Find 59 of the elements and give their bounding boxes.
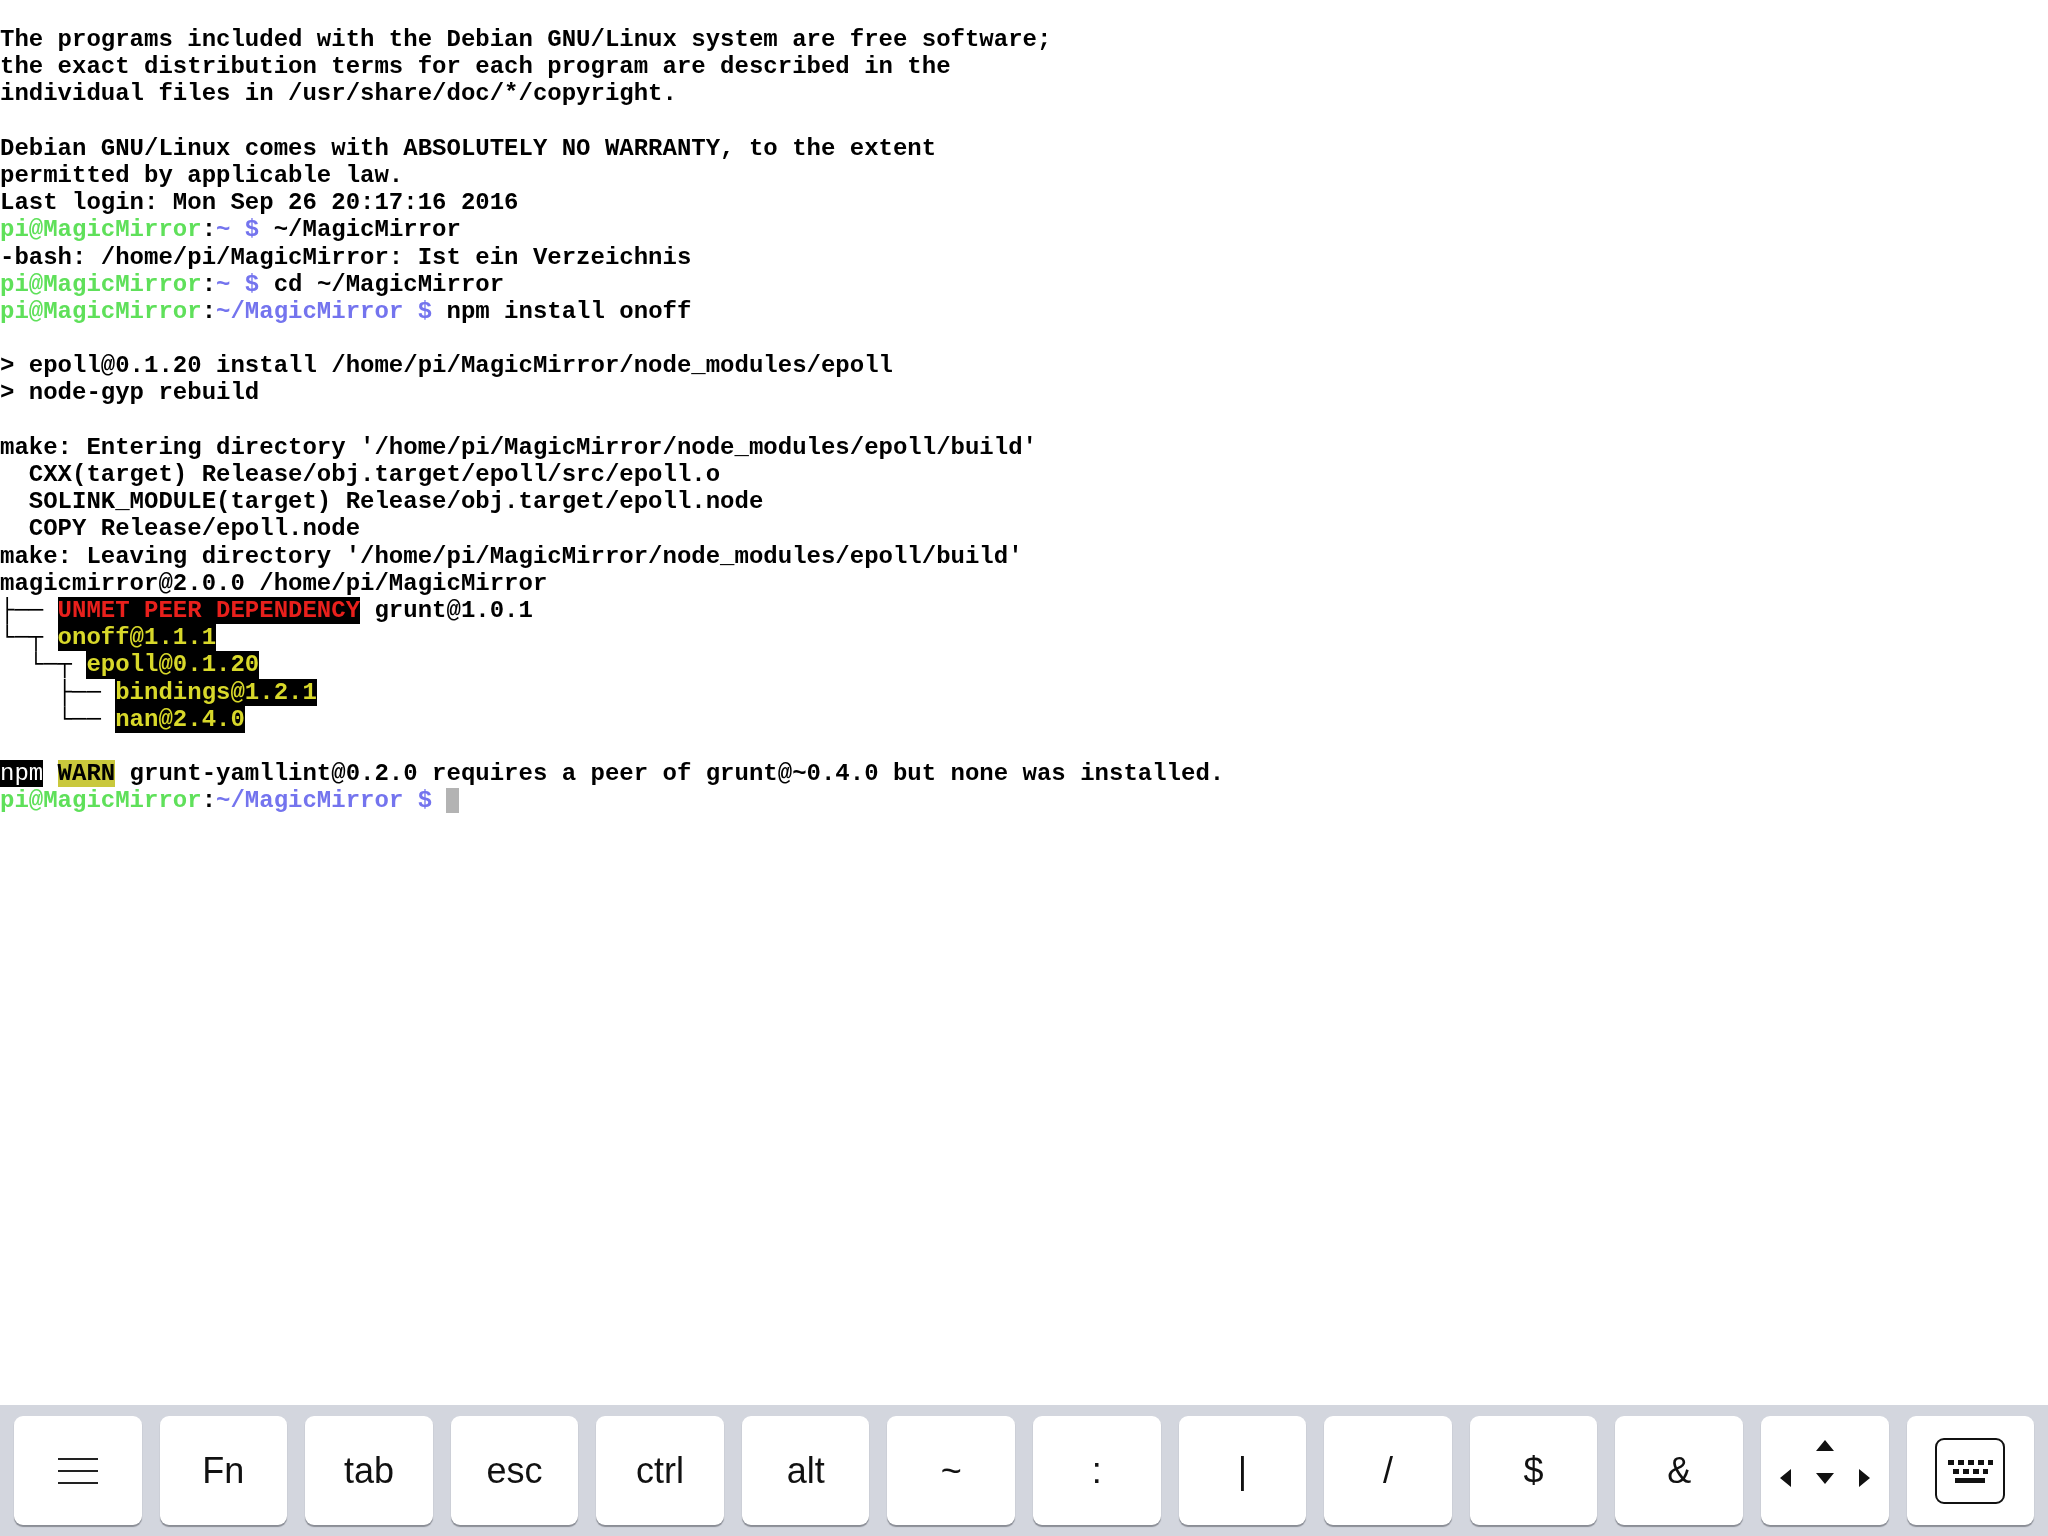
- terminal-text: cd ~/MagicMirror: [272, 270, 505, 298]
- prompt-path: ~ $: [216, 216, 260, 244]
- terminal-text: -bash: /home/pi/MagicMirror: Ist ein Verzeichnis: [0, 243, 692, 271]
- terminal-text: ├──: [57, 678, 102, 706]
- prompt-path: ~ $: [216, 270, 260, 298]
- key-button[interactable]: /: [1324, 1416, 1452, 1525]
- text-cursor: [446, 788, 460, 814]
- arrow-keys-key[interactable]: [1760, 1416, 1889, 1525]
- package-name: bindings@1.2.1: [115, 678, 317, 706]
- terminal-text: └─┬: [28, 651, 73, 679]
- terminal-text: grunt-yamllint@0.2.0 requires a peer of grunt@~0.4.0 but none was installed.: [128, 760, 1225, 788]
- terminal-text: Last login: Mon Sep 26 20:17:16 2016: [0, 189, 519, 217]
- terminal-text: permitted by applicable law.: [0, 161, 404, 190]
- prompt-user: pi@MagicMirror: [0, 787, 202, 815]
- key-button[interactable]: ~: [887, 1416, 1016, 1525]
- terminal-text: make: Entering directory '/home/pi/MagicMirror/node_modules/epoll/build': [0, 433, 1037, 461]
- terminal-text: grunt@1.0.1: [373, 596, 533, 625]
- key-button[interactable]: alt: [741, 1416, 870, 1525]
- terminal-text: npm install onoff: [445, 297, 692, 326]
- prompt-path: ~/MagicMirror $: [216, 297, 433, 326]
- terminal-text: ├──: [0, 596, 45, 625]
- npm-label: npm: [0, 760, 44, 788]
- package-name: epoll@0.1.20: [86, 651, 260, 679]
- prompt-user: pi@MagicMirror: [0, 297, 202, 326]
- terminal-text: individual files in /usr/share/doc/*/copyright.: [0, 80, 677, 108]
- key-button[interactable]: :: [1033, 1416, 1161, 1525]
- terminal-text: :: [201, 216, 217, 244]
- error-label: UNMET PEER DEPENDENCY: [57, 596, 361, 625]
- terminal-text: :: [201, 270, 217, 298]
- terminal-text: COPY Release/epoll.node: [27, 515, 361, 543]
- menu-icon: [57, 1456, 98, 1485]
- package-name: nan@2.4.0: [115, 705, 245, 733]
- key-button[interactable]: Fn: [159, 1416, 288, 1525]
- keyboard-key[interactable]: [1906, 1416, 2035, 1525]
- terminal-text: SOLINK_MODULE(target) Release/obj.target/epoll.node: [27, 488, 764, 516]
- terminal-text: :: [201, 787, 217, 815]
- terminal-text: > node-gyp rebuild: [0, 379, 260, 407]
- terminal-text: > epoll@0.1.20 install /home/pi/MagicMirror/node_modules/epoll: [0, 352, 893, 380]
- terminal-text: └──: [56, 705, 102, 733]
- key-button[interactable]: ctrl: [596, 1416, 724, 1525]
- key-button[interactable]: |: [1178, 1416, 1307, 1525]
- terminal-text: CXX(target) Release/obj.target/epoll/src/epoll.o: [27, 461, 721, 489]
- prompt-user: pi@MagicMirror: [0, 270, 202, 298]
- terminal-text: The programs included with the Debian GNU/Linux system are free software;: [0, 26, 1052, 54]
- terminal-text: ~/MagicMirror: [272, 216, 461, 244]
- terminal-text: └─┬: [0, 624, 44, 652]
- keyboard-icon: [1935, 1437, 2006, 1504]
- terminal-text: magicmirror@2.0.0 /home/pi/MagicMirror: [0, 569, 548, 597]
- key-button[interactable]: &: [1615, 1416, 1743, 1525]
- terminal-text: the exact distribution terms for each program are described in the: [0, 53, 951, 81]
- package-name: onoff@1.1.1: [57, 624, 217, 652]
- terminal-text: Debian GNU/Linux comes with ABSOLUTELY NO WARRANTY, to the extent: [0, 134, 937, 162]
- prompt-user: pi@MagicMirror: [0, 216, 202, 244]
- key-button[interactable]: tab: [305, 1416, 433, 1525]
- key-button[interactable]: esc: [450, 1416, 579, 1525]
- terminal-text: :: [201, 297, 217, 326]
- key-button[interactable]: $: [1469, 1416, 1598, 1525]
- terminal-text: make: Leaving directory '/home/pi/MagicMirror/node_modules/epoll/build': [0, 542, 1023, 570]
- prompt-path: ~/MagicMirror $: [216, 787, 433, 815]
